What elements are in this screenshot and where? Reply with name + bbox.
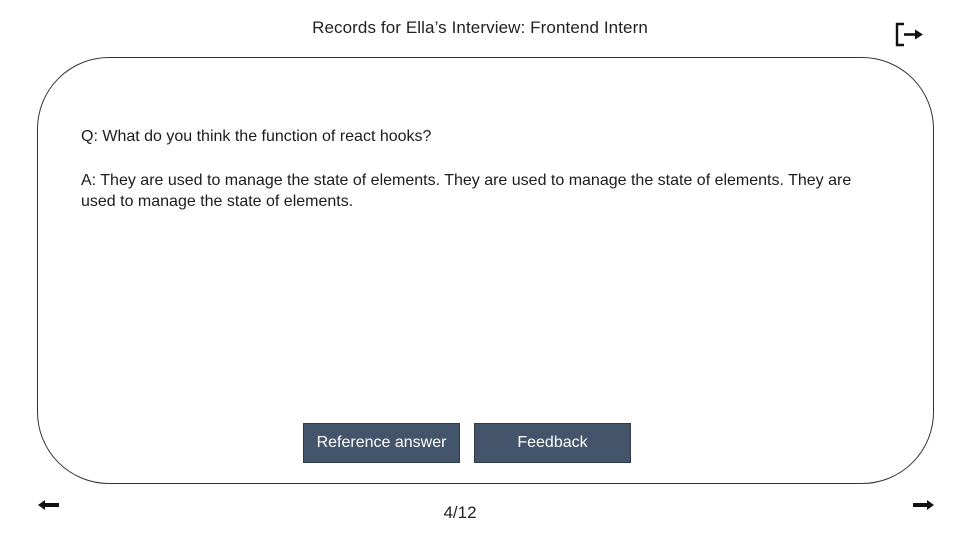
exit-button[interactable] [895, 22, 925, 48]
qa-block: Q: What do you think the function of rea… [81, 126, 881, 212]
next-button[interactable] [912, 498, 934, 512]
answer-text: A: They are used to manage the state of … [81, 172, 852, 210]
feedback-button[interactable]: Feedback [474, 423, 631, 463]
arrow-right-icon [913, 500, 934, 510]
reference-answer-button[interactable]: Reference answer [303, 423, 460, 463]
page-title: Records for Ella’s Interview: Frontend I… [312, 18, 648, 37]
page-counter: 4/12 [443, 503, 477, 522]
question-text: Q: What do you think the function of rea… [81, 128, 432, 145]
record-card [37, 57, 934, 484]
logout-icon [895, 22, 923, 47]
